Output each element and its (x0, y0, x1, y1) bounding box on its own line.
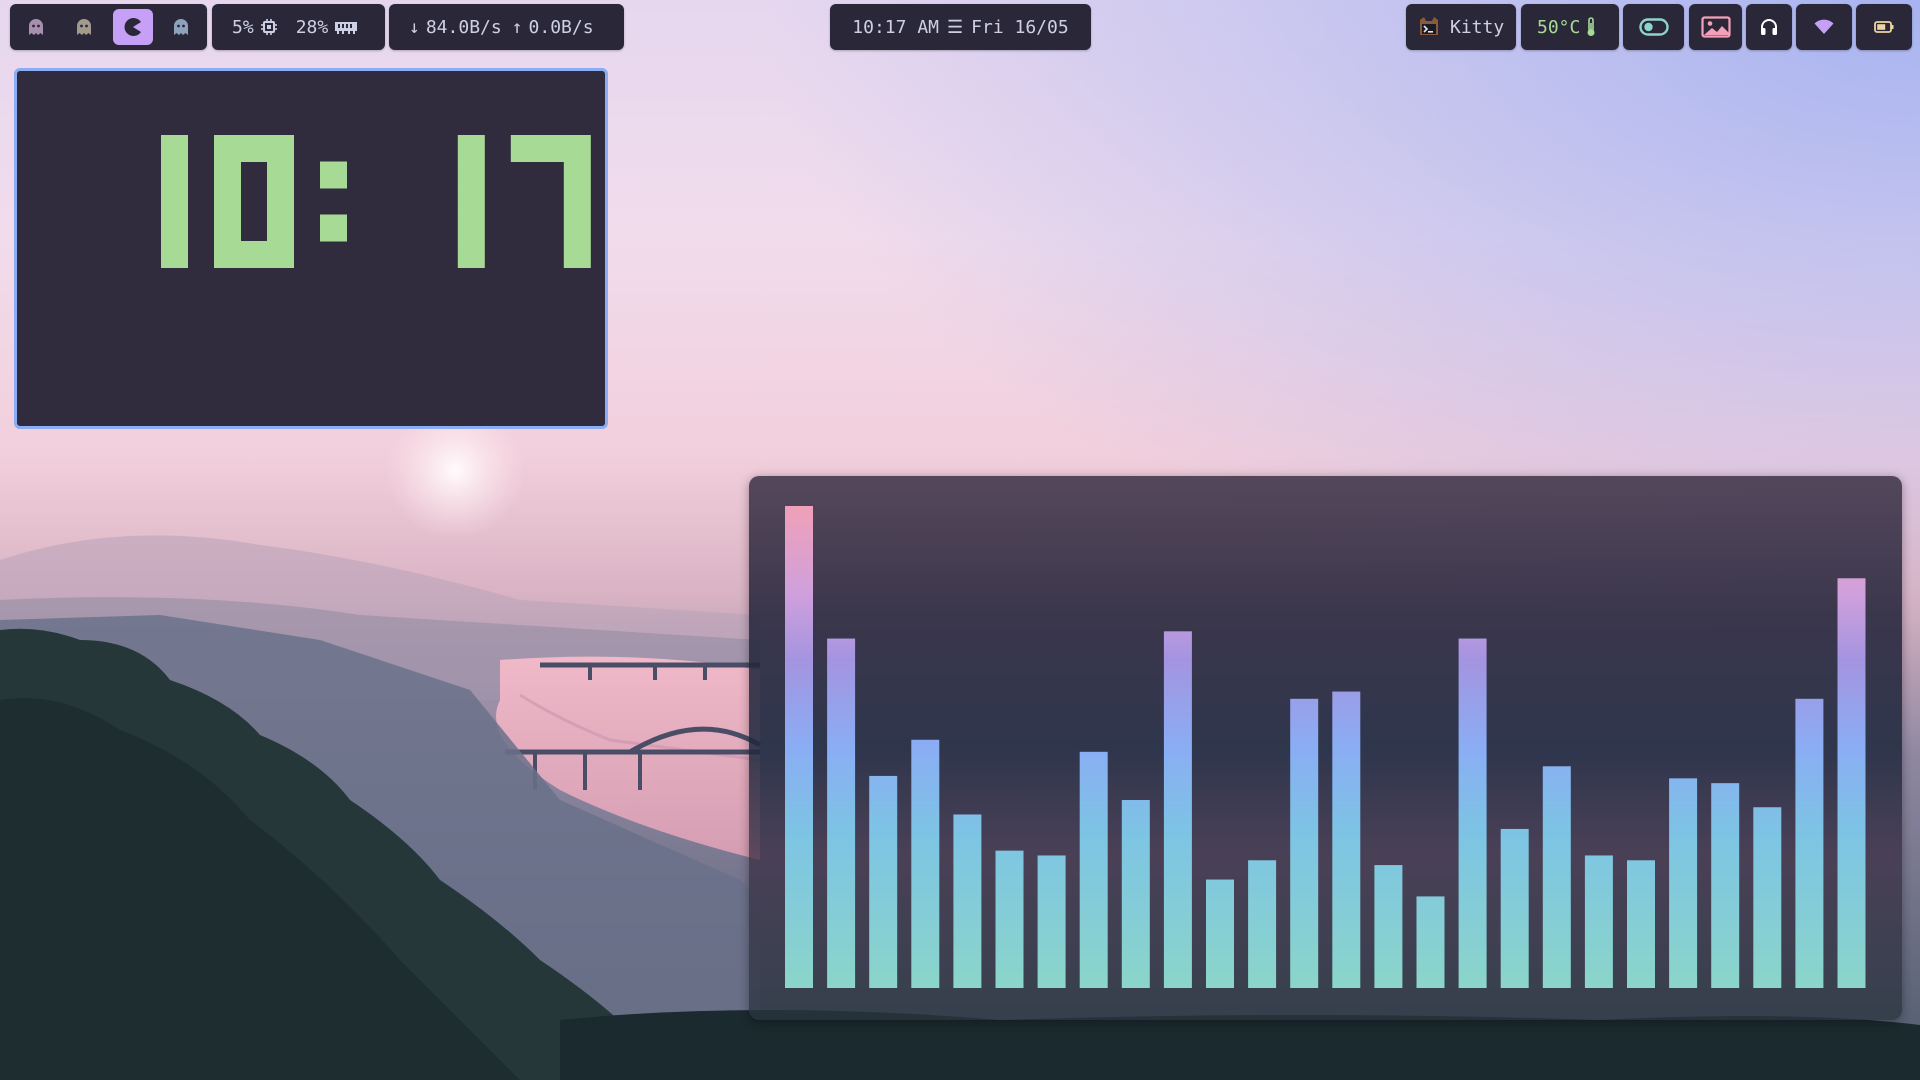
visualizer-bar (1669, 778, 1698, 988)
clock-digit (457, 135, 485, 268)
visualizer-bar (1795, 698, 1824, 988)
ghost-icon (174, 19, 189, 35)
wallpaper-module[interactable] (1689, 4, 1742, 50)
thermometer-icon (1587, 17, 1595, 36)
visualizer-bar (911, 739, 940, 988)
headphones-icon (1761, 19, 1777, 35)
clock-module[interactable]: 10:17 AM ☰ Fri 16/05 (830, 4, 1091, 50)
visualizer-bar (827, 638, 856, 988)
menu-separator-icon: ☰ (947, 16, 964, 38)
clock-date: Fri 16/05 (971, 16, 1069, 38)
clock-colon (320, 161, 347, 242)
visualizer-bar (1248, 860, 1277, 988)
image-icon (1700, 16, 1731, 38)
arrow-down-icon: ↓ (409, 16, 420, 38)
kitty-cat-icon (1420, 17, 1438, 35)
visualizer-bar (1542, 766, 1571, 988)
workspace-4-button[interactable] (162, 9, 202, 45)
visualizer-bar (1627, 860, 1655, 988)
ghost-icon (77, 19, 92, 35)
wifi-module[interactable] (1796, 4, 1852, 50)
ghost-icon (28, 19, 43, 35)
ram-usage: 28% (295, 16, 329, 38)
clock-digit (214, 135, 294, 268)
clock-widget-window[interactable] (14, 68, 608, 429)
clock-time: 10:17 AM (852, 16, 939, 38)
visualizer-bar (995, 850, 1024, 988)
visualizer-bars (785, 506, 1866, 988)
visualizer-bar (1458, 638, 1487, 988)
cpu-chip-icon (260, 19, 277, 35)
system-usage-module[interactable]: 5% 28% (212, 4, 385, 50)
visualizer-bar (1079, 751, 1108, 988)
battery-icon (1874, 21, 1894, 33)
visualizer-bar (1374, 865, 1403, 988)
cpu-temperature: 50°C (1537, 16, 1581, 38)
visualizer-bar (1753, 807, 1782, 988)
wifi-icon (1814, 19, 1834, 34)
visualizer-bar (1163, 631, 1192, 988)
active-app-name: Kitty (1450, 16, 1505, 38)
visualizer-bar (869, 775, 898, 988)
visualizer-bar (1332, 691, 1361, 988)
visualizer-bar (1416, 896, 1445, 988)
pacman-icon (124, 18, 141, 36)
toggle-on-icon (1638, 18, 1669, 36)
cpu-usage: 5% (232, 16, 254, 38)
visualizer-bar (1206, 879, 1234, 988)
visualizer-bar (1290, 698, 1319, 988)
visualizer-bar (1121, 800, 1150, 988)
clock-digit (510, 135, 591, 268)
network-speed-module[interactable]: ↓ 84.0B/s ↑ 0.0B/s (389, 4, 624, 50)
visualizer-bar (1837, 578, 1866, 988)
arrow-up-icon: ↑ (511, 16, 523, 38)
audio-visualizer-window[interactable] (749, 476, 1902, 1020)
visualizer-bar (1711, 783, 1740, 988)
download-speed: 84.0B/s (425, 16, 502, 38)
visualizer-bar (1584, 855, 1613, 988)
ram-icon (335, 22, 358, 34)
active-window-module[interactable]: Kitty (1406, 4, 1516, 50)
workspace-3-button[interactable] (113, 9, 153, 45)
workspace-2-button[interactable] (65, 9, 105, 45)
visualizer-bar (1500, 828, 1529, 988)
pixel-clock-display (161, 135, 591, 268)
battery-module[interactable] (1856, 4, 1912, 50)
clock-digit (161, 135, 188, 268)
workspaces-module (10, 4, 207, 50)
workspace-1-button[interactable] (16, 9, 56, 45)
upload-speed: 0.0B/s (528, 16, 594, 38)
visualizer-bar (785, 506, 813, 988)
audio-module[interactable] (1746, 4, 1792, 50)
toggle-module[interactable] (1623, 4, 1684, 50)
temperature-module[interactable]: 50°C (1521, 4, 1619, 50)
visualizer-bar (953, 814, 982, 988)
visualizer-bar (1037, 855, 1066, 988)
